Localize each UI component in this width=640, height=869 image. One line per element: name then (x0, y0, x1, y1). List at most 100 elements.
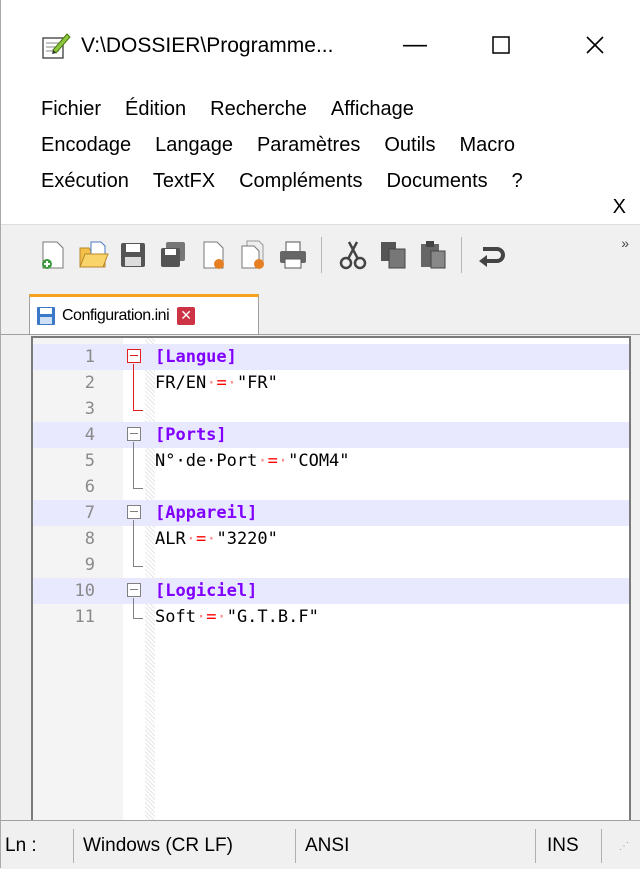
ini-value: "3220" (216, 529, 278, 549)
status-encoding[interactable]: ANSI (305, 831, 349, 861)
tab-label: Configuration.ini (62, 306, 170, 324)
status-separator (295, 829, 296, 863)
fold-guide-end (133, 566, 143, 567)
close-file-icon[interactable] (197, 239, 229, 271)
menu-help[interactable]: ? (512, 170, 523, 193)
resize-grip-icon[interactable]: ⋰ (619, 831, 629, 861)
line-number: 10 (74, 581, 95, 601)
toolbar: » (1, 224, 640, 289)
line-number: 5 (84, 451, 95, 471)
status-bar: Ln : Windows (CR LF) ANSI INS ⋰ (1, 820, 640, 869)
code-line: 9 (33, 552, 629, 578)
ini-section-header: [Appareil] (155, 503, 258, 523)
menu-documents[interactable]: Documents (386, 170, 487, 193)
close-all-icon[interactable] (237, 239, 269, 271)
whitespace-dot: · (226, 373, 237, 393)
whitespace-dot: · (277, 451, 289, 471)
menu-fichier[interactable]: Fichier (41, 98, 101, 121)
menu-edition[interactable]: Édition (125, 98, 186, 121)
fold-toggle-icon[interactable] (127, 349, 141, 363)
fold-guide-line (133, 598, 134, 618)
fold-toggle-icon[interactable] (127, 427, 141, 441)
copy-icon[interactable] (377, 239, 409, 271)
code-editor[interactable]: 1 [Langue] 2 FR/EN·=·"FR" 3 4 [Ports] 5 N°·de·Po… (31, 336, 631, 822)
fold-guide-line (133, 442, 134, 488)
line-number: 1 (84, 347, 95, 367)
minimize-button[interactable]: — (385, 20, 445, 70)
status-line-position: Ln : (5, 835, 37, 856)
maximize-button[interactable] (471, 20, 531, 70)
code-line: 4 [Ports] (33, 422, 629, 448)
cut-icon[interactable] (337, 239, 369, 271)
status-separator (535, 829, 536, 863)
menu-outils[interactable]: Outils (384, 134, 435, 157)
code-line: 11 Soft·=·"G.T.B.F" (33, 604, 629, 630)
title-bar[interactable]: V:\DOSSIER\Programme... — (1, 0, 640, 90)
line-text: [Logiciel] (155, 578, 257, 604)
ini-key: N°·de·Port (155, 451, 258, 471)
notepadpp-window: V:\DOSSIER\Programme... — Fichier Éditio… (0, 0, 640, 869)
code-line: 8 ALR·=·"3220" (33, 526, 629, 552)
line-number: 3 (84, 399, 95, 419)
undo-icon[interactable] (475, 239, 507, 271)
fold-guide-end (133, 618, 143, 619)
ini-section-header: [Ports] (155, 425, 227, 445)
fold-toggle-icon[interactable] (127, 505, 141, 519)
code-line: 10 [Logiciel] (33, 578, 629, 604)
window-title: V:\DOSSIER\Programme... (81, 34, 334, 57)
tab-strip: Configuration.ini ✕ (1, 288, 640, 335)
menu-row-2: Encodage Langage Paramètres Outils Macro (41, 126, 539, 164)
code-line: 2 FR/EN·=·"FR" (33, 370, 629, 396)
toolbar-overflow-chevron-icon[interactable]: » (621, 235, 629, 251)
status-insert-mode[interactable]: INS (547, 831, 579, 861)
line-number: 6 (84, 477, 95, 497)
save-all-icon[interactable] (157, 239, 189, 271)
menu-complements[interactable]: Compléments (239, 170, 362, 193)
toolbar-separator (461, 237, 462, 273)
code-line: 7 [Appareil] (33, 500, 629, 526)
close-document-menu-button[interactable]: X (613, 196, 626, 219)
tab-close-icon[interactable]: ✕ (177, 306, 196, 325)
ini-operator: = (267, 451, 278, 471)
fold-guide-line (133, 520, 134, 566)
tab-configuration-ini[interactable]: Configuration.ini ✕ (29, 294, 259, 334)
status-eol-format[interactable]: Windows (CR LF) (83, 831, 233, 861)
fold-guide-end (133, 488, 143, 489)
fold-guide-line (133, 364, 134, 410)
menu-parametres[interactable]: Paramètres (257, 134, 360, 157)
menu-macro[interactable]: Macro (459, 134, 515, 157)
fold-toggle-icon[interactable] (127, 583, 141, 597)
code-line: 6 (33, 474, 629, 500)
status-separator (601, 829, 602, 863)
save-icon[interactable] (117, 239, 149, 271)
whitespace-dot: · (185, 529, 196, 549)
code-line: 5 N°·de·Port·=·"COM4" (33, 448, 629, 474)
menu-langage[interactable]: Langage (155, 134, 233, 157)
ini-key: FR/EN (155, 373, 207, 393)
whitespace-dot: · (206, 373, 217, 393)
line-text: N°·de·Port·=·"COM4" (155, 448, 350, 474)
menu-recherche[interactable]: Recherche (210, 98, 307, 121)
line-number: 7 (84, 503, 95, 523)
menu-row-3: Exécution TextFX Compléments Documents ? (41, 162, 547, 200)
print-icon[interactable] (277, 239, 309, 271)
menu-execution[interactable]: Exécution (41, 170, 129, 193)
ini-key: ALR (155, 529, 186, 549)
line-number: 9 (84, 555, 95, 575)
notepadpp-app-icon (41, 32, 71, 60)
line-text: ALR·=·"3220" (155, 526, 278, 552)
toolbar-separator (321, 237, 322, 273)
line-text: FR/EN·=·"FR" (155, 370, 278, 396)
new-file-icon[interactable] (37, 239, 69, 271)
paste-icon[interactable] (417, 239, 449, 271)
close-window-button[interactable] (565, 20, 625, 70)
whitespace-dot: · (257, 451, 268, 471)
line-text: [Appareil] (155, 500, 257, 526)
ini-operator: = (195, 529, 207, 549)
close-icon (586, 36, 604, 54)
menu-textfx[interactable]: TextFX (153, 170, 215, 193)
menu-encodage[interactable]: Encodage (41, 134, 131, 157)
open-file-icon[interactable] (77, 239, 109, 271)
fold-guide-end (133, 410, 143, 411)
menu-affichage[interactable]: Affichage (331, 98, 414, 121)
